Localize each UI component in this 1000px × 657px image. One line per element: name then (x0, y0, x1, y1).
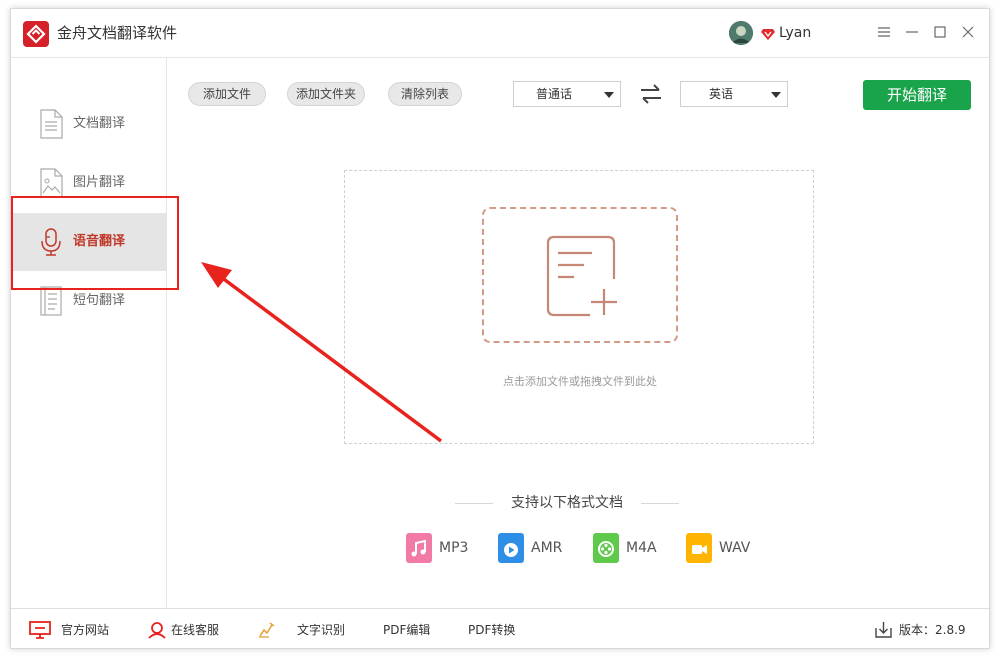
pdf-convert-label: PDF转换 (468, 623, 516, 637)
vip-badge-icon (761, 26, 775, 40)
pdf-edit-link[interactable]: PDF编辑 (383, 621, 443, 639)
target-language-value: 英语 (708, 87, 733, 101)
hand-text-icon (257, 621, 279, 639)
chevron-down-icon (771, 92, 781, 98)
drop-hint-text: 点击添加文件或拖拽文件到此处 (503, 375, 657, 388)
menu-icon[interactable] (875, 23, 893, 41)
format-label: AMR (531, 540, 563, 556)
film-reel-icon (593, 533, 619, 563)
add-folder-button[interactable]: 添加文件夹 (287, 82, 365, 106)
version-label: 版本：2.8.9 (899, 623, 966, 637)
app-logo-icon (23, 21, 49, 47)
play-circle-icon (498, 533, 524, 563)
target-language-select[interactable]: 英语 (680, 81, 788, 107)
maximize-icon[interactable] (931, 23, 949, 41)
version-info[interactable]: 版本：2.8.9 (873, 621, 981, 639)
sentence-icon (38, 286, 64, 316)
user-support-icon (147, 621, 169, 639)
formats-title: 支持以下格式文档 (511, 495, 623, 511)
sidebar-item-label: 图片翻译 (73, 175, 126, 190)
close-icon[interactable] (959, 23, 977, 41)
add-file-button[interactable]: 添加文件 (188, 82, 266, 106)
chevron-down-icon (604, 92, 614, 98)
source-language-value: 普通话 (535, 87, 572, 101)
support-link[interactable]: 在线客服 (147, 621, 237, 639)
app-window: 金舟文档翻译软件 Lyan 文档翻译 图片翻译 语音翻译 短句翻译 添加文件 添… (10, 8, 990, 649)
sidebar-item-document[interactable]: 文档翻译 (11, 95, 167, 153)
sidebar-item-label: 短句翻译 (73, 293, 126, 308)
swap-language-icon[interactable] (638, 83, 664, 105)
ocr-label: 文字识别 (297, 623, 346, 637)
source-language-select[interactable]: 普通话 (513, 81, 621, 107)
add-file-target[interactable] (482, 207, 678, 343)
start-translate-button[interactable]: 开始翻译 (863, 80, 971, 110)
support-label: 在线客服 (171, 623, 220, 637)
add-document-icon (546, 235, 620, 317)
highlight-annotation-box (11, 196, 179, 290)
sidebar-item-label: 文档翻译 (73, 116, 126, 131)
pdf-edit-label: PDF编辑 (383, 623, 431, 637)
music-note-icon (406, 533, 432, 563)
avatar[interactable] (729, 21, 753, 45)
format-label: MP3 (439, 540, 469, 556)
sidebar: 文档翻译 图片翻译 语音翻译 短句翻译 (11, 58, 167, 608)
divider (455, 503, 493, 504)
divider (641, 503, 679, 504)
video-camera-icon (686, 533, 712, 563)
minimize-icon[interactable] (903, 23, 921, 41)
document-icon (38, 109, 64, 139)
website-link[interactable]: 官方网站 (29, 621, 121, 639)
monitor-icon (29, 621, 51, 639)
image-icon (38, 168, 64, 198)
download-icon (873, 621, 895, 639)
app-title: 金舟文档翻译软件 (57, 24, 178, 42)
pdf-convert-link[interactable]: PDF转换 (468, 621, 528, 639)
ocr-link[interactable]: 文字识别 (257, 621, 353, 639)
title-bar: 金舟文档翻译软件 Lyan (11, 9, 989, 58)
username[interactable]: Lyan (779, 23, 811, 43)
format-label: WAV (719, 540, 751, 556)
formats-heading: 支持以下格式文档 (455, 493, 679, 513)
format-label: M4A (626, 540, 657, 556)
website-label: 官方网站 (61, 623, 110, 637)
clear-list-button[interactable]: 清除列表 (388, 82, 462, 106)
footer-bar: 官方网站 在线客服 文字识别 PDF编辑 PDF转换 版本：2.8.9 (11, 608, 989, 648)
file-drop-zone[interactable]: 点击添加文件或拖拽文件到此处 (344, 170, 814, 444)
